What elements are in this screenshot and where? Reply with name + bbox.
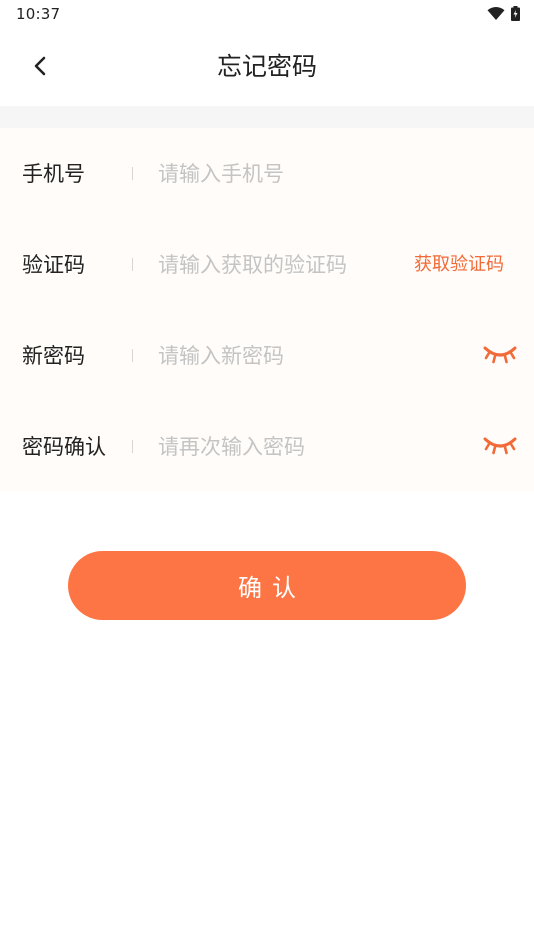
header-divider bbox=[0, 106, 534, 128]
status-time: 10:37 bbox=[16, 5, 61, 23]
eye-closed-icon[interactable] bbox=[482, 342, 518, 368]
status-icons bbox=[487, 6, 520, 25]
phone-label: 手机号 bbox=[22, 162, 85, 186]
confirm-button[interactable]: 确认 bbox=[68, 551, 466, 620]
battery-icon bbox=[511, 6, 520, 25]
phone-row: 手机号 bbox=[0, 128, 534, 219]
row-separator bbox=[132, 440, 133, 453]
row-separator bbox=[132, 258, 133, 271]
confirm-password-label: 密码确认 bbox=[22, 435, 106, 459]
page-title: 忘记密码 bbox=[216, 52, 317, 81]
eye-closed-icon[interactable] bbox=[482, 433, 518, 459]
phone-input[interactable] bbox=[158, 157, 398, 191]
status-bar: 10:37 bbox=[0, 0, 534, 28]
row-separator bbox=[132, 349, 133, 362]
new-password-input[interactable] bbox=[158, 339, 398, 373]
wifi-icon bbox=[487, 6, 505, 25]
new-password-label: 新密码 bbox=[22, 344, 85, 368]
reset-password-form: 手机号 验证码 获取验证码 新密码 密码确认 bbox=[0, 128, 534, 492]
confirm-password-input[interactable] bbox=[158, 430, 398, 464]
code-label: 验证码 bbox=[22, 253, 85, 277]
code-row: 验证码 获取验证码 bbox=[0, 219, 534, 310]
code-input[interactable] bbox=[158, 248, 398, 282]
confirm-password-row: 密码确认 bbox=[0, 401, 534, 492]
new-password-row: 新密码 bbox=[0, 310, 534, 401]
forgot-password-screen: 10:37 忘记密码 手机号 请输入手机号 验证码 请输入获取的验证码 获取验证… bbox=[0, 0, 534, 950]
row-separator bbox=[132, 167, 133, 180]
get-code-button[interactable]: 获取验证码 bbox=[414, 252, 504, 278]
header: 忘记密码 bbox=[0, 28, 534, 106]
